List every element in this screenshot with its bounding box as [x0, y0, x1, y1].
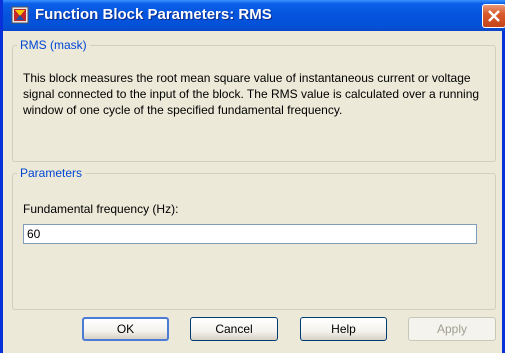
- close-button[interactable]: [482, 4, 505, 28]
- mask-group-legend: RMS (mask): [20, 38, 87, 52]
- fundamental-frequency-label: Fundamental frequency (Hz):: [23, 202, 179, 216]
- apply-button[interactable]: Apply: [408, 317, 496, 341]
- title-bar[interactable]: Function Block Parameters: RMS: [3, 0, 505, 31]
- ok-button[interactable]: OK: [82, 317, 169, 341]
- cancel-button[interactable]: Cancel: [190, 317, 278, 341]
- mask-description-group: RMS (mask) This block measures the root …: [12, 38, 496, 162]
- close-icon: [488, 10, 500, 22]
- help-button[interactable]: Help: [300, 317, 387, 341]
- simulink-block-icon: [11, 6, 29, 24]
- parameters-group-legend: Parameters: [20, 166, 83, 180]
- block-description: This block measures the root mean square…: [23, 71, 480, 117]
- fundamental-frequency-input[interactable]: [23, 224, 477, 244]
- dialog-window: Function Block Parameters: RMS RMS (mask…: [0, 0, 505, 353]
- window-title: Function Block Parameters: RMS: [35, 6, 272, 23]
- parameters-group: Parameters Fundamental frequency (Hz):: [12, 166, 496, 310]
